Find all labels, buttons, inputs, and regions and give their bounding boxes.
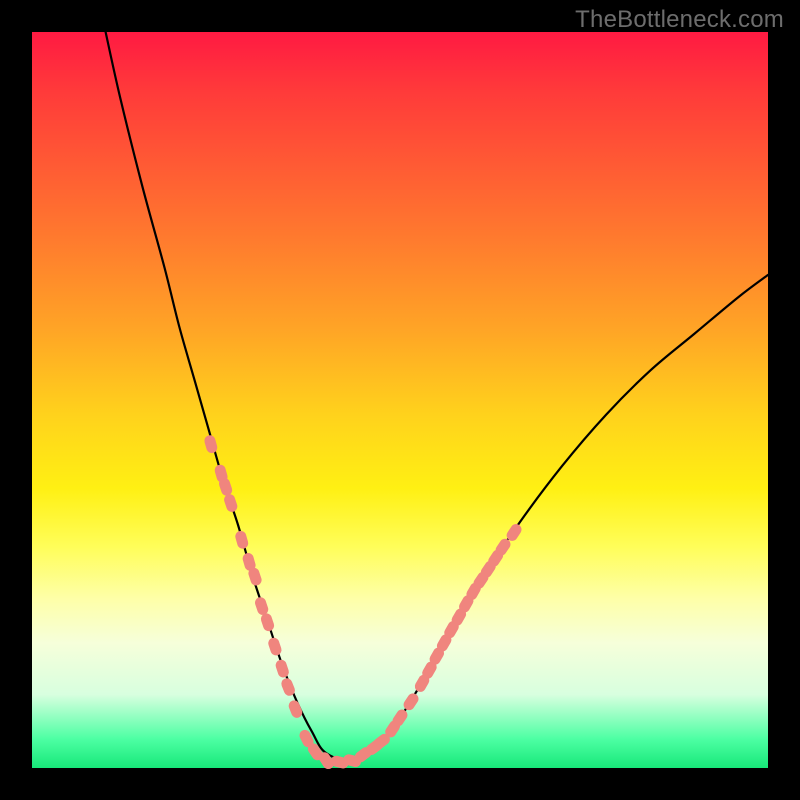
curve-layer xyxy=(32,32,768,768)
curve-marker xyxy=(203,434,219,454)
curve-markers xyxy=(203,434,524,771)
curve-marker xyxy=(234,530,250,550)
watermark-text: TheBottleneck.com xyxy=(575,6,784,34)
chart-frame: TheBottleneck.com xyxy=(0,0,800,800)
curve-marker xyxy=(254,596,270,617)
curve-marker xyxy=(401,691,420,712)
curve-marker xyxy=(287,699,304,720)
curve-marker xyxy=(267,636,283,657)
curve-marker xyxy=(259,612,275,633)
curve-marker xyxy=(223,493,239,514)
curve-marker xyxy=(274,658,290,679)
